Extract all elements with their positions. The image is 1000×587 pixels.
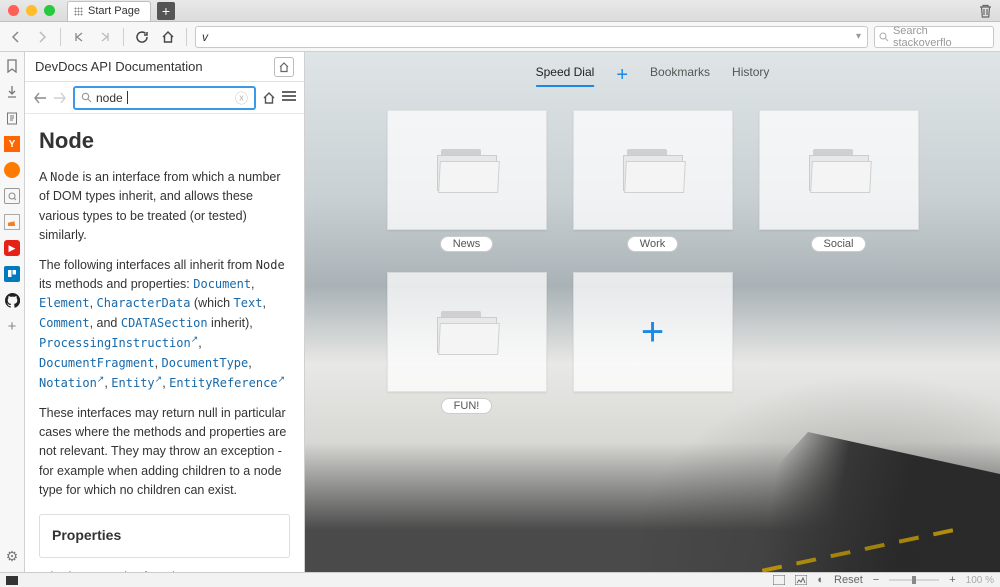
start-page-content: Speed Dial + Bookmarks History News Work… — [305, 52, 1000, 572]
link-text[interactable]: Text — [234, 296, 263, 310]
github-panel-icon[interactable] — [4, 292, 20, 308]
panel-forward-button[interactable] — [53, 92, 67, 104]
link-documenttype[interactable]: DocumentType — [162, 356, 249, 370]
panel-header: DevDocs API Documentation — [25, 52, 304, 82]
search-icon — [81, 92, 92, 103]
link-cdatasection[interactable]: CDATASection — [121, 316, 208, 330]
fast-forward-button[interactable] — [95, 27, 115, 47]
address-bar[interactable]: v ▾ — [195, 26, 868, 48]
menu-icon[interactable] — [282, 89, 296, 107]
tab-history[interactable]: History — [732, 65, 769, 87]
new-tab-button[interactable]: + — [157, 2, 175, 20]
close-window-button[interactable] — [8, 5, 19, 16]
settings-icon[interactable]: ⚙ — [4, 548, 20, 564]
address-dropdown-icon[interactable]: ▾ — [856, 31, 861, 42]
notes-panel-icon[interactable] — [4, 110, 20, 126]
folder-icon — [809, 149, 869, 191]
tile-label: News — [440, 236, 494, 252]
folder-icon — [623, 149, 683, 191]
reddit-panel-icon[interactable] — [4, 162, 20, 178]
tile-label: Work — [627, 236, 678, 252]
browser-tab-start-page[interactable]: Start Page — [67, 1, 151, 21]
search-value: node — [96, 91, 123, 105]
rewind-button[interactable] — [69, 27, 89, 47]
window-titlebar: Start Page + — [0, 0, 1000, 22]
speed-dial-folder-social[interactable]: Social — [759, 110, 919, 252]
trello-panel-icon[interactable] — [4, 266, 20, 282]
doc-paragraph: The following interfaces all inherit fro… — [39, 256, 290, 394]
folder-icon — [437, 311, 497, 353]
tile-label: FUN! — [441, 398, 493, 414]
panel-nav: node ⓧ — [25, 82, 304, 114]
zoom-reset-button[interactable]: Reset — [834, 574, 863, 586]
link-comment[interactable]: Comment — [39, 316, 90, 330]
downloads-panel-icon[interactable] — [4, 84, 20, 100]
link-notation[interactable]: Notation — [39, 376, 97, 390]
speed-dial-grid: News Work Social FUN! + — [387, 110, 919, 414]
zoom-slider[interactable] — [889, 576, 939, 584]
doc-paragraph: A Node is an interface from which a numb… — [39, 168, 290, 246]
maximize-window-button[interactable] — [44, 5, 55, 16]
zoom-out-button[interactable]: − — [873, 574, 879, 586]
devdocs-panel-icon[interactable] — [4, 188, 20, 204]
tab-label: Start Page — [88, 5, 140, 17]
panel-title: DevDocs API Documentation — [35, 59, 203, 74]
speed-dial-folder-fun[interactable]: FUN! — [387, 272, 547, 414]
add-speed-dial-group-button[interactable]: + — [616, 64, 628, 87]
panel-back-button[interactable] — [33, 92, 47, 104]
zoom-level: 100 % — [966, 575, 994, 586]
link-entity[interactable]: Entity — [111, 376, 154, 390]
plus-icon: + — [573, 272, 733, 392]
doc-paragraph: These interfaces may return null in part… — [39, 404, 290, 501]
image-toggle-icon[interactable] — [795, 575, 807, 585]
link-documentfragment[interactable]: DocumentFragment — [39, 356, 155, 370]
speed-dial-icon — [74, 7, 83, 16]
tile-view-icon[interactable] — [773, 575, 785, 585]
doc-content: Node A Node is an interface from which a… — [25, 114, 304, 572]
link-characterdata[interactable]: CharacterData — [97, 296, 191, 310]
speed-dial-folder-news[interactable]: News — [387, 110, 547, 252]
reload-button[interactable] — [132, 27, 152, 47]
doc-heading: Node — [39, 124, 290, 158]
search-placeholder: Search stackoverflo — [893, 25, 989, 49]
hackernews-panel-icon[interactable]: Y — [4, 136, 20, 152]
zoom-in-button[interactable]: + — [949, 574, 955, 586]
tab-speed-dial[interactable]: Speed Dial — [536, 65, 595, 87]
tile-label: Social — [811, 236, 867, 252]
back-button[interactable] — [6, 27, 26, 47]
link-element[interactable]: Element — [39, 296, 90, 310]
forward-button[interactable] — [32, 27, 52, 47]
filter-icon[interactable]: ◐ — [817, 574, 824, 586]
web-panel: DevDocs API Documentation node ⓧ Node A … — [25, 52, 305, 572]
stackoverflow-panel-icon[interactable] — [4, 214, 20, 230]
properties-heading: Properties — [39, 514, 290, 558]
add-speed-dial-button[interactable]: + — [573, 272, 733, 414]
panel-home-button[interactable] — [274, 57, 294, 77]
speed-dial-folder-work[interactable]: Work — [573, 110, 733, 252]
folder-icon — [437, 149, 497, 191]
closed-tabs-trash-icon[interactable] — [979, 4, 992, 18]
panel-toggle-button[interactable] — [6, 576, 18, 585]
start-page-tabs: Speed Dial + Bookmarks History — [536, 64, 770, 87]
status-bar: ◐ Reset − + 100 % — [0, 572, 1000, 587]
clear-search-icon[interactable]: ⓧ — [235, 88, 248, 107]
panel-sidebar: Y ▶ + ⚙ — [0, 52, 25, 572]
link-entityreference[interactable]: EntityReference — [169, 376, 277, 390]
link-processinginstruction[interactable]: ProcessingInstruction — [39, 336, 191, 350]
add-panel-button[interactable]: + — [4, 318, 20, 334]
youtube-panel-icon[interactable]: ▶ — [4, 240, 20, 256]
url-text: v — [202, 30, 208, 44]
devdocs-home-icon[interactable] — [262, 91, 276, 105]
bookmarks-panel-icon[interactable] — [4, 58, 20, 74]
link-document[interactable]: Document — [193, 277, 251, 291]
home-button[interactable] — [158, 27, 178, 47]
devdocs-search-input[interactable]: node ⓧ — [73, 86, 256, 110]
search-box[interactable]: Search stackoverflo — [874, 26, 994, 48]
minimize-window-button[interactable] — [26, 5, 37, 16]
navigation-toolbar: v ▾ Search stackoverflo — [0, 22, 1000, 52]
search-icon — [879, 32, 889, 42]
window-controls — [8, 5, 55, 16]
tab-bookmarks[interactable]: Bookmarks — [650, 65, 710, 87]
